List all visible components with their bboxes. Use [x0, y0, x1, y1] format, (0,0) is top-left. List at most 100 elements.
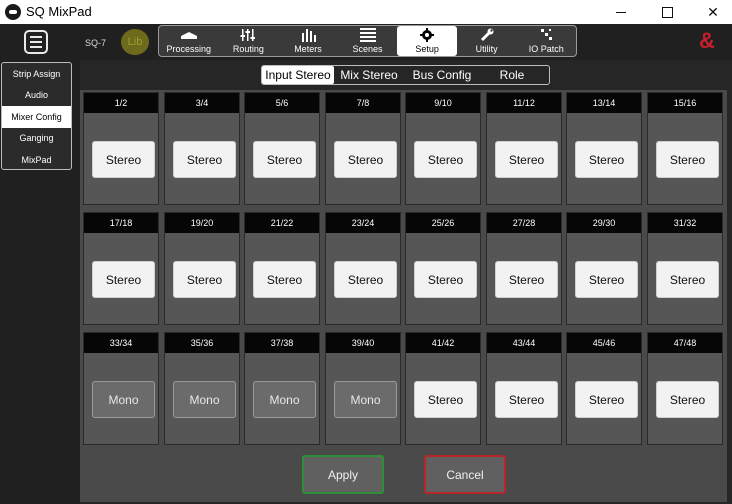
stereo-mono-toggle[interactable]: Stereo — [656, 141, 719, 178]
stereo-mono-toggle[interactable]: Stereo — [414, 141, 477, 178]
tab-setup[interactable]: Setup — [397, 26, 457, 56]
channel-cell: 35/36 Mono — [164, 332, 240, 445]
channel-cell: 5/6 Stereo — [244, 92, 320, 205]
close-button[interactable]: ✕ — [690, 0, 732, 24]
tab-label: Routing — [232, 44, 264, 54]
channel-cell: 47/48 Stereo — [647, 332, 723, 445]
tab-role[interactable]: Role — [480, 66, 544, 84]
stereo-mono-toggle[interactable]: Stereo — [92, 261, 155, 298]
processing-icon — [180, 32, 197, 39]
tab-bus-config[interactable]: Bus Config — [404, 66, 480, 84]
tab-mix-stereo[interactable]: Mix Stereo — [334, 66, 404, 84]
sidebar-item-mixpad[interactable]: MixPad — [2, 149, 71, 169]
channel-cell: 23/24 Stereo — [325, 212, 401, 325]
channel-pair-label: 1/2 — [84, 93, 158, 113]
channel-cell: 27/28 Stereo — [486, 212, 562, 325]
stereo-mono-toggle[interactable]: Stereo — [575, 381, 638, 418]
stereo-mono-toggle[interactable]: Stereo — [173, 141, 236, 178]
title-bar: SQ MixPad ✕ — [0, 0, 732, 24]
wrench-icon — [480, 28, 494, 42]
channel-pair-label: 21/22 — [245, 213, 319, 233]
channel-pair-label: 29/30 — [567, 213, 641, 233]
tab-label: Utility — [475, 44, 498, 54]
channel-cell: 29/30 Stereo — [566, 212, 642, 325]
stereo-mono-toggle[interactable]: Stereo — [656, 381, 719, 418]
stereo-mono-toggle[interactable]: Stereo — [656, 261, 719, 298]
window-title: SQ MixPad — [26, 4, 92, 19]
stereo-mono-toggle[interactable]: Mono — [173, 381, 236, 418]
channel-cell: 19/20 Stereo — [164, 212, 240, 325]
tab-processing[interactable]: Processing — [159, 26, 219, 56]
stereo-mono-toggle[interactable]: Stereo — [334, 141, 397, 178]
channel-pair-label: 31/32 — [648, 213, 722, 233]
library-button[interactable]: Lib — [121, 29, 149, 55]
tab-label: Scenes — [352, 44, 383, 54]
stereo-mono-toggle[interactable]: Stereo — [414, 261, 477, 298]
stereo-mono-toggle[interactable]: Stereo — [173, 261, 236, 298]
channel-cell: 13/14 Stereo — [566, 92, 642, 205]
tab-routing[interactable]: Routing — [219, 26, 279, 56]
tab-io-patch[interactable]: IO Patch — [516, 26, 576, 56]
tab-scenes[interactable]: Scenes — [338, 26, 398, 56]
device-name: SQ-7 — [85, 38, 107, 48]
channel-pair-label: 39/40 — [326, 333, 400, 353]
channel-pair-label: 41/42 — [406, 333, 480, 353]
channel-cell: 45/46 Stereo — [566, 332, 642, 445]
hamburger-menu-icon[interactable] — [24, 30, 48, 54]
stereo-mono-toggle[interactable]: Stereo — [253, 261, 316, 298]
sidebar-item-mixer-config[interactable]: Mixer Config — [2, 106, 71, 128]
channel-cell: 15/16 Stereo — [647, 92, 723, 205]
tab-meters[interactable]: Meters — [278, 26, 338, 56]
stereo-mono-toggle[interactable]: Stereo — [253, 141, 316, 178]
sub-tabs: Input Stereo Mix Stereo Bus Config Role — [261, 65, 550, 85]
channel-pair-label: 9/10 — [406, 93, 480, 113]
channel-cell: 21/22 Stereo — [244, 212, 320, 325]
maximize-button[interactable] — [644, 0, 690, 24]
meters-icon — [301, 29, 316, 42]
channel-pair-label: 33/34 — [84, 333, 158, 353]
stereo-mono-toggle[interactable]: Mono — [92, 381, 155, 418]
channel-pair-label: 25/26 — [406, 213, 480, 233]
sidebar-item-ganging[interactable]: Ganging — [2, 128, 71, 150]
tab-label: Setup — [415, 44, 439, 54]
channel-cell: 37/38 Mono — [244, 332, 320, 445]
stereo-mono-toggle[interactable]: Stereo — [92, 141, 155, 178]
apply-button[interactable]: Apply — [302, 455, 384, 494]
channel-pair-label: 23/24 — [326, 213, 400, 233]
stereo-mono-toggle[interactable]: Mono — [334, 381, 397, 418]
scenes-icon — [359, 28, 376, 42]
channel-cell: 41/42 Stereo — [405, 332, 481, 445]
channel-pair-label: 7/8 — [326, 93, 400, 113]
tab-utility[interactable]: Utility — [457, 26, 517, 56]
stereo-mono-toggle[interactable]: Stereo — [575, 141, 638, 178]
channel-cell: 31/32 Stereo — [647, 212, 723, 325]
channel-pair-label: 37/38 — [245, 333, 319, 353]
channel-cell: 3/4 Stereo — [164, 92, 240, 205]
stereo-mono-toggle[interactable]: Stereo — [575, 261, 638, 298]
tab-label: IO Patch — [528, 44, 564, 54]
stereo-mono-toggle[interactable]: Stereo — [495, 381, 558, 418]
channel-cell: 7/8 Stereo — [325, 92, 401, 205]
sidebar-item-strip-assign[interactable]: Strip Assign — [2, 63, 71, 85]
minimize-button[interactable] — [598, 0, 644, 24]
stereo-mono-toggle[interactable]: Mono — [253, 381, 316, 418]
channel-pair-label: 11/12 — [487, 93, 561, 113]
cancel-button[interactable]: Cancel — [424, 455, 506, 494]
tab-label: Meters — [294, 44, 322, 54]
tab-label: Processing — [166, 44, 212, 54]
app-icon — [5, 4, 21, 20]
channel-pair-label: 27/28 — [487, 213, 561, 233]
stereo-mono-toggle[interactable]: Stereo — [334, 261, 397, 298]
channel-cell: 1/2 Stereo — [83, 92, 159, 205]
sidebar-item-audio[interactable]: Audio — [2, 85, 71, 107]
channel-cell: 9/10 Stereo — [405, 92, 481, 205]
channel-pair-label: 45/46 — [567, 333, 641, 353]
channel-cell: 39/40 Mono — [325, 332, 401, 445]
channel-pair-label: 47/48 — [648, 333, 722, 353]
channel-pair-label: 15/16 — [648, 93, 722, 113]
channel-cell: 11/12 Stereo — [486, 92, 562, 205]
tab-input-stereo[interactable]: Input Stereo — [262, 66, 334, 84]
stereo-mono-toggle[interactable]: Stereo — [495, 261, 558, 298]
stereo-mono-toggle[interactable]: Stereo — [495, 141, 558, 178]
stereo-mono-toggle[interactable]: Stereo — [414, 381, 477, 418]
